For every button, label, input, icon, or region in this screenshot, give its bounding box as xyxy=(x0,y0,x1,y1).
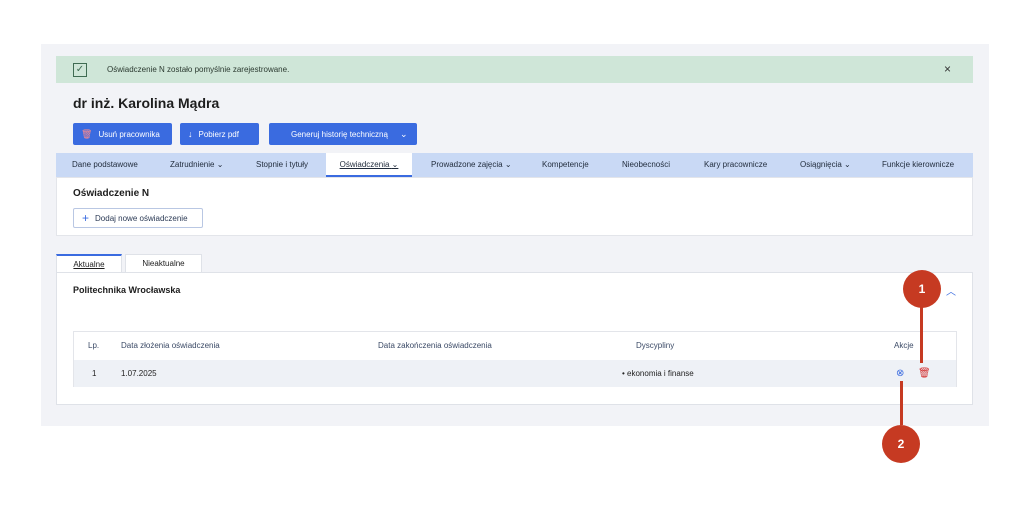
tab-dane-podstawowe[interactable]: Dane podstawowe xyxy=(72,153,138,177)
trash-icon: 🗑 xyxy=(81,128,93,139)
chevron-down-icon: ⌄ xyxy=(399,128,408,139)
callout-2-line xyxy=(900,381,903,425)
chevron-down-icon: ⌄ xyxy=(844,160,851,169)
check-icon: ✓ xyxy=(73,62,87,77)
download-pdf-button[interactable]: ↓ Pobierz pdf xyxy=(180,123,259,145)
tab-prowadzone-zajecia[interactable]: Prowadzone zajęcia ⌄ xyxy=(431,153,512,177)
table-header: Lp. Data złożenia oświadczenia Data zako… xyxy=(74,332,956,361)
table-row: 1 1.07.2025 • ekonomia i finanse ⊗ 🗑 xyxy=(74,360,956,387)
delete-employee-label: Usuń pracownika xyxy=(98,129,160,139)
statements-table: Lp. Data złożenia oświadczenia Data zako… xyxy=(73,331,957,387)
add-statement-label: Dodaj nowe oświadczenie xyxy=(95,213,188,223)
chevron-up-icon[interactable]: ︿ xyxy=(946,283,956,298)
alert-message: Oświadczenie N zostało pomyślnie zarejes… xyxy=(107,65,290,74)
institution-name: Politechnika Wrocławska xyxy=(73,285,181,295)
tab-zatrudnienie[interactable]: Zatrudnienie ⌄ xyxy=(170,153,223,177)
row-lp: 1 xyxy=(92,369,97,378)
row-submitted-date: 1.07.2025 xyxy=(121,369,157,378)
tab-stopnie-i-tytuly[interactable]: Stopnie i tytuły xyxy=(256,153,308,177)
column-header: Data zakończenia oświadczenia xyxy=(378,341,492,350)
subtab-aktualne[interactable]: Aktualne xyxy=(56,254,122,272)
employee-name: dr inż. Karolina Mądra xyxy=(73,95,220,111)
main-tabs: Dane podstawowe Zatrudnienie ⌄ Stopnie i… xyxy=(56,153,973,177)
chevron-down-icon: ⌄ xyxy=(504,160,512,169)
callout-1-line xyxy=(920,305,923,363)
tab-kompetencje[interactable]: Kompetencje xyxy=(542,153,589,177)
column-header: Dyscypliny xyxy=(636,341,675,350)
add-statement-button[interactable]: + Dodaj nowe oświadczenie xyxy=(73,208,203,228)
section-title: Oświadczenie N xyxy=(73,188,150,199)
download-pdf-label: Pobierz pdf xyxy=(198,129,239,139)
subtab-nieaktualne[interactable]: Nieaktualne xyxy=(125,254,202,272)
delete-employee-button[interactable]: 🗑 Usuń pracownika xyxy=(73,123,172,145)
generate-history-label: Generuj historię techniczną xyxy=(291,129,388,139)
generate-history-button[interactable]: Generuj historię techniczną ⌄ xyxy=(269,123,417,145)
close-icon[interactable]: × xyxy=(944,62,951,76)
column-header: Data złożenia oświadczenia xyxy=(121,341,220,350)
app-window: ✓ Oświadczenie N zostało pomyślnie zarej… xyxy=(41,44,989,426)
tab-osiagniecia[interactable]: Osiągnięcia ⌄ xyxy=(800,153,851,177)
trash-icon[interactable]: 🗑 xyxy=(918,360,931,387)
callout-1: 1 xyxy=(903,270,941,308)
download-icon: ↓ xyxy=(188,129,193,139)
column-header: Lp. xyxy=(88,341,100,350)
plus-icon: + xyxy=(82,211,90,225)
tab-funkcje-kierownicze[interactable]: Funkcje kierownicze xyxy=(882,153,954,177)
institution-card: Politechnika Wrocławska ︿ Lp. Data złoże… xyxy=(56,272,973,405)
chevron-down-icon: ⌄ xyxy=(216,160,224,169)
success-alert: ✓ Oświadczenie N zostało pomyślnie zarej… xyxy=(56,56,973,83)
row-disciplines: • ekonomia i finanse xyxy=(622,369,694,378)
tab-oswiadczenia[interactable]: Oświadczenia ⌄ xyxy=(326,153,412,177)
column-header: Akcje xyxy=(894,341,914,350)
tab-kary-pracownicze[interactable]: Kary pracownicze xyxy=(704,153,767,177)
callout-2: 2 xyxy=(882,425,920,463)
tab-nieobecnosci[interactable]: Nieobecności xyxy=(622,153,670,177)
chevron-down-icon: ⌄ xyxy=(391,160,399,169)
statement-panel: Oświadczenie N + Dodaj nowe oświadczenie xyxy=(56,177,973,236)
